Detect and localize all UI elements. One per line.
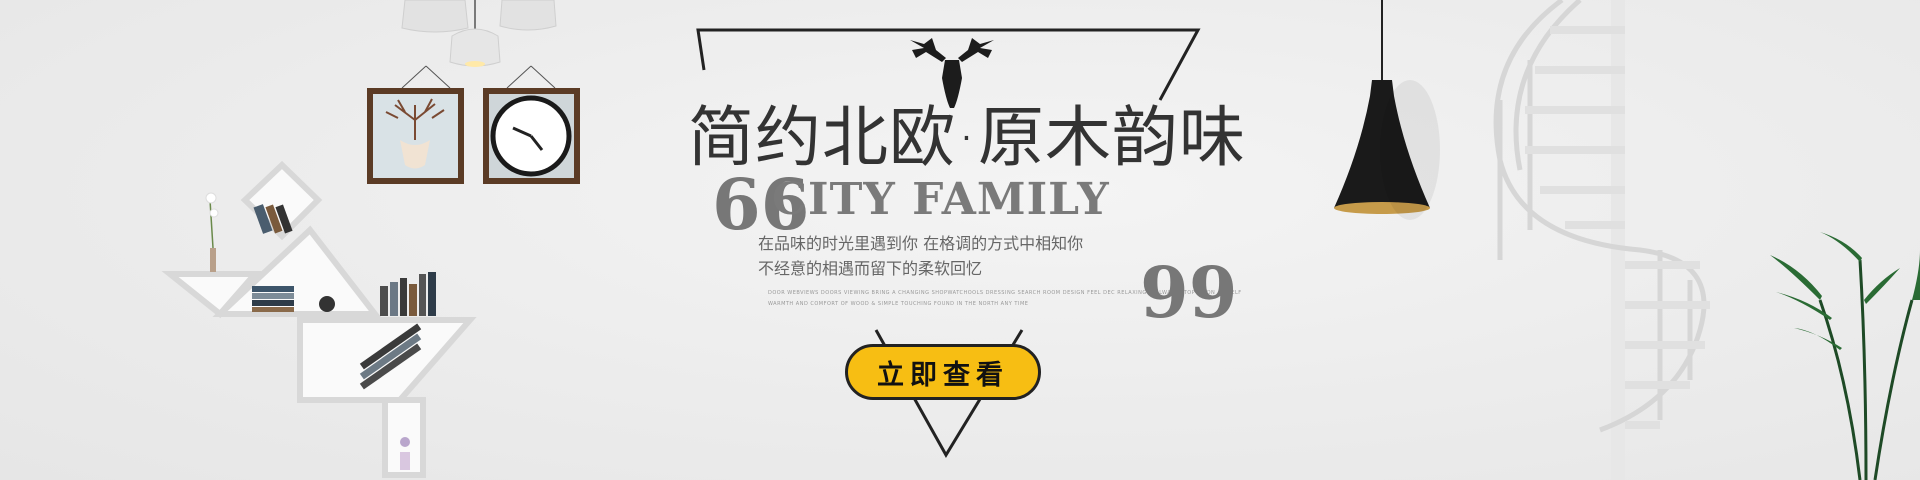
hero-banner: 简约北欧·原木韵味 66 CITY FAMILY 在品味的时光里遇到你 在格调的… (0, 0, 1920, 480)
pendant-lamps (401, 0, 557, 67)
spiral-staircase (1493, 0, 1710, 480)
close-quote-mark: 99 (1140, 251, 1238, 334)
left-decor (161, 0, 580, 478)
potted-plant (1770, 232, 1920, 480)
pendant-lamp (1334, 80, 1440, 220)
description-line-1: 在品味的时光里遇到你 在格调的方式中相知你 (758, 234, 1084, 253)
description-line-2: 不经意的相遇而留下的柔软回忆 (758, 259, 983, 278)
picture-frames (367, 65, 580, 184)
view-now-button[interactable]: 立即查看 (845, 344, 1041, 400)
right-decor (1334, 0, 1920, 480)
fine-print-line-2: WARMTH AND COMFORT OF WOOD & SIMPLE TOUC… (768, 301, 1029, 307)
banner-subtitle: CITY FAMILY (772, 174, 1110, 225)
